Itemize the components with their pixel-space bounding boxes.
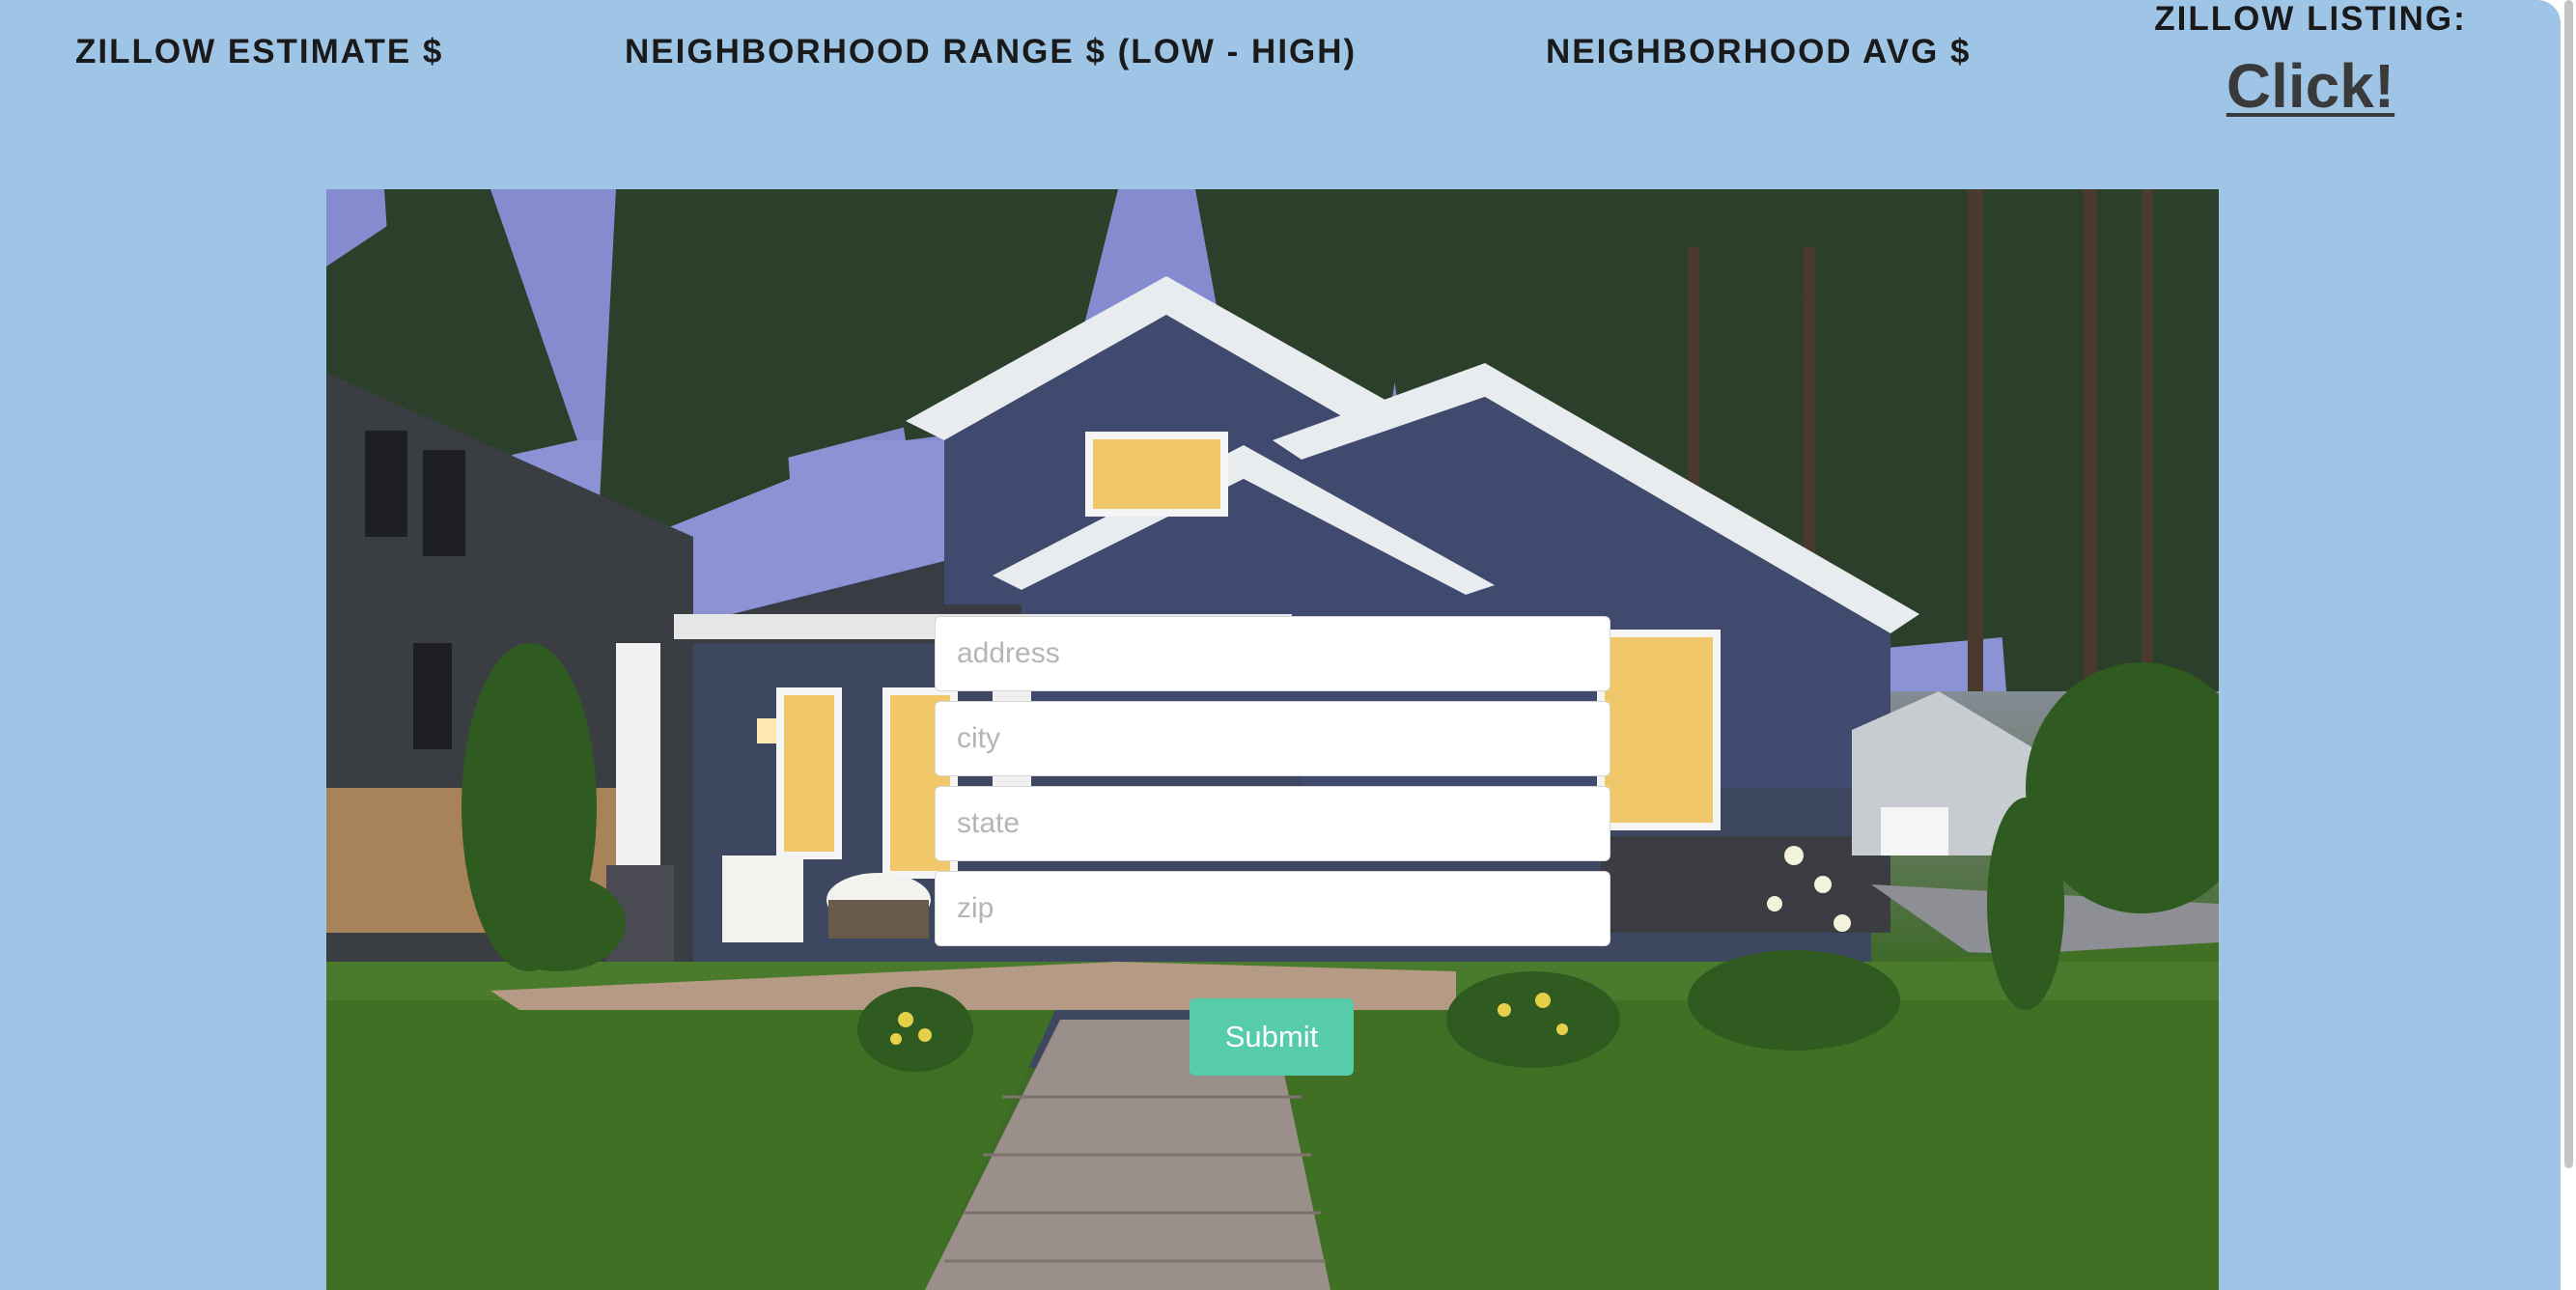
- scrollbar[interactable]: [2561, 0, 2576, 1290]
- page: ZILLOW ESTIMATE $ NEIGHBORHOOD RANGE $ (…: [0, 0, 2561, 1290]
- scrollbar-thumb[interactable]: [2564, 0, 2573, 1168]
- submit-button[interactable]: Submit: [1190, 998, 1354, 1076]
- neighborhood-range-label: NEIGHBORHOOD RANGE $ (LOW - HIGH): [625, 33, 1358, 70]
- zillow-listing-block: ZILLOW LISTING: Click!: [2143, 0, 2478, 120]
- address-form: [935, 616, 1610, 956]
- zillow-listing-link[interactable]: Click!: [2226, 52, 2394, 120]
- city-input[interactable]: [935, 701, 1610, 776]
- zip-input[interactable]: [935, 871, 1610, 946]
- zillow-estimate-label: ZILLOW ESTIMATE $: [75, 33, 444, 70]
- neighborhood-avg-label: NEIGHBORHOOD AVG $: [1546, 33, 1972, 70]
- address-input[interactable]: [935, 616, 1610, 691]
- state-input[interactable]: [935, 786, 1610, 861]
- zillow-listing-label: ZILLOW LISTING:: [2154, 0, 2467, 38]
